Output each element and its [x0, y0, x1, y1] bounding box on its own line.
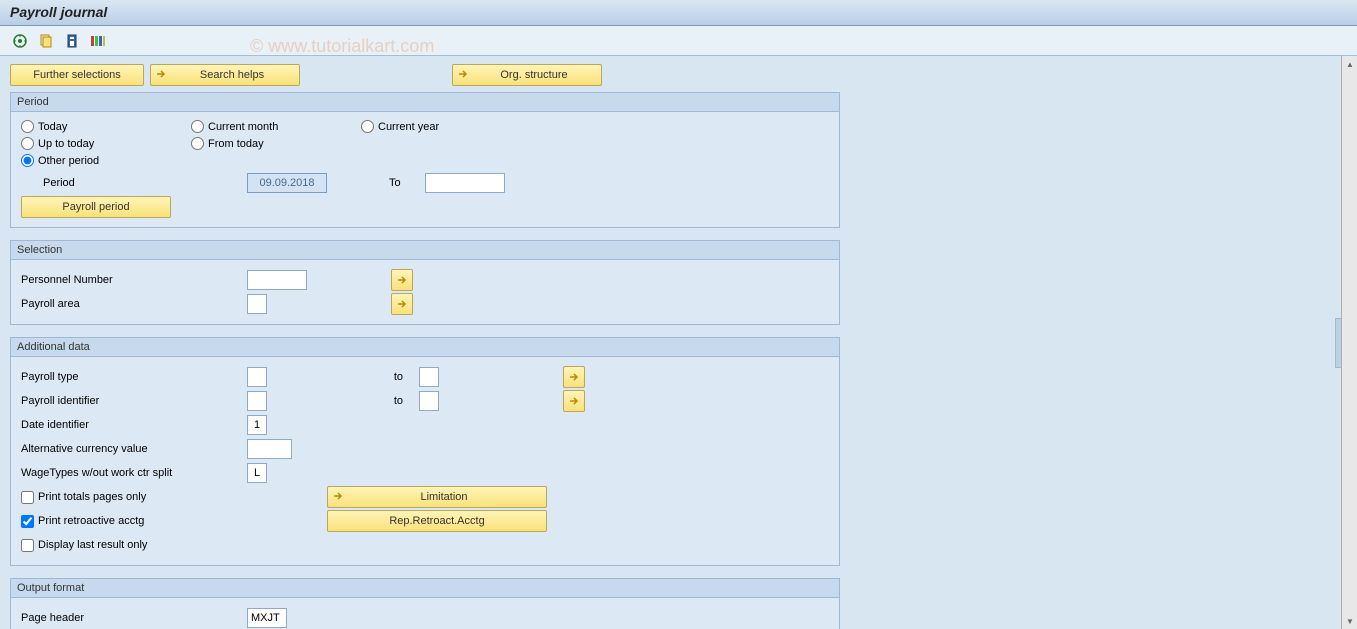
radio-other-period-input[interactable] — [21, 154, 34, 167]
vertical-scrollbar[interactable]: ▲ ▼ — [1341, 56, 1357, 629]
period-label: Period — [43, 177, 241, 189]
checkbox-label: Display last result only — [38, 539, 147, 551]
further-selections-button[interactable]: Further selections — [10, 64, 144, 86]
group-title: Output format — [11, 579, 839, 598]
scroll-down-icon[interactable]: ▼ — [1343, 614, 1357, 628]
arrow-right-icon — [457, 68, 469, 83]
multiple-selection-button[interactable] — [391, 269, 413, 291]
page-header-label: Page header — [21, 612, 241, 624]
to-label: to — [273, 395, 413, 407]
payroll-type-from-input[interactable] — [247, 367, 267, 387]
payroll-identifier-from-input[interactable] — [247, 391, 267, 411]
button-label: Search helps — [200, 69, 264, 81]
radio-label: Current year — [378, 121, 439, 133]
date-identifier-label: Date identifier — [21, 419, 241, 431]
print-retro-input[interactable] — [21, 515, 34, 528]
content-pane: Further selections Search helps Org. str… — [0, 56, 1341, 629]
alt-currency-input[interactable] — [247, 439, 292, 459]
get-variant-icon[interactable] — [36, 31, 56, 51]
button-label: Payroll period — [62, 201, 129, 213]
to-label: To — [389, 177, 419, 189]
radio-up-to-today-input[interactable] — [21, 137, 34, 150]
button-label: Org. structure — [500, 69, 567, 81]
print-retro-checkbox[interactable]: Print retroactive acctg — [21, 510, 321, 532]
limitation-button[interactable]: Limitation — [327, 486, 547, 508]
payroll-area-label: Payroll area — [21, 298, 241, 310]
group-title: Period — [11, 93, 839, 112]
radio-label: Up to today — [38, 138, 94, 150]
execute-icon[interactable] — [10, 31, 30, 51]
radio-from-today[interactable]: From today — [191, 137, 361, 150]
info-icon[interactable] — [62, 31, 82, 51]
arrow-right-icon — [568, 395, 580, 407]
display-last-checkbox[interactable]: Display last result only — [21, 534, 147, 556]
arrow-right-icon — [568, 371, 580, 383]
radio-up-to-today[interactable]: Up to today — [21, 137, 191, 150]
wagetypes-label: WageTypes w/out work ctr split — [21, 467, 241, 479]
multiple-selection-button[interactable] — [563, 366, 585, 388]
radio-today[interactable]: Today — [21, 120, 191, 133]
group-title: Selection — [11, 241, 839, 260]
radio-label: From today — [208, 138, 264, 150]
to-label: to — [273, 371, 413, 383]
output-format-group: Output format Page header — [10, 578, 840, 629]
multiple-selection-button[interactable] — [563, 390, 585, 412]
wagetypes-input[interactable] — [247, 463, 267, 483]
app-toolbar — [0, 26, 1357, 56]
payroll-identifier-to-input[interactable] — [419, 391, 439, 411]
selection-group: Selection Personnel Number Payroll area — [10, 240, 840, 325]
button-label: Rep.Retroact.Acctg — [389, 515, 484, 527]
checkbox-label: Print retroactive acctg — [38, 515, 144, 527]
radio-current-month[interactable]: Current month — [191, 120, 361, 133]
date-identifier-input[interactable] — [247, 415, 267, 435]
alt-currency-label: Alternative currency value — [21, 443, 241, 455]
radio-current-year[interactable]: Current year — [361, 120, 531, 133]
radio-current-year-input[interactable] — [361, 120, 374, 133]
top-button-row: Further selections Search helps Org. str… — [10, 64, 1331, 86]
payroll-identifier-label: Payroll identifier — [21, 395, 241, 407]
payroll-type-label: Payroll type — [21, 371, 241, 383]
radio-label: Other period — [38, 155, 99, 167]
radio-from-today-input[interactable] — [191, 137, 204, 150]
period-from-input[interactable] — [247, 173, 327, 193]
arrow-right-icon — [332, 490, 344, 505]
page-title: Payroll journal — [10, 4, 107, 20]
scroll-up-icon[interactable]: ▲ — [1343, 57, 1357, 71]
payroll-type-to-input[interactable] — [419, 367, 439, 387]
personnel-number-label: Personnel Number — [21, 274, 241, 286]
multiple-selection-button[interactable] — [391, 293, 413, 315]
button-label: Further selections — [33, 69, 120, 81]
arrow-right-icon — [396, 274, 408, 286]
display-last-input[interactable] — [21, 539, 34, 552]
radio-label: Current month — [208, 121, 278, 133]
radio-label: Today — [38, 121, 67, 133]
main-area: Further selections Search helps Org. str… — [0, 56, 1357, 629]
payroll-period-button[interactable]: Payroll period — [21, 196, 171, 218]
period-group: Period Today Current month Current year — [10, 92, 840, 228]
rep-retroact-button[interactable]: Rep.Retroact.Acctg — [327, 510, 547, 532]
radio-today-input[interactable] — [21, 120, 34, 133]
checkbox-label: Print totals pages only — [38, 491, 146, 503]
search-helps-button[interactable]: Search helps — [150, 64, 300, 86]
report-icon[interactable] — [88, 31, 108, 51]
arrow-right-icon — [396, 298, 408, 310]
org-structure-button[interactable]: Org. structure — [452, 64, 602, 86]
print-totals-checkbox[interactable]: Print totals pages only — [21, 486, 321, 508]
additional-data-group: Additional data Payroll type to Payroll … — [10, 337, 840, 566]
radio-other-period[interactable]: Other period — [21, 154, 191, 167]
radio-current-month-input[interactable] — [191, 120, 204, 133]
personnel-number-input[interactable] — [247, 270, 307, 290]
arrow-right-icon — [155, 68, 167, 83]
period-to-input[interactable] — [425, 173, 505, 193]
button-label: Limitation — [420, 491, 467, 503]
payroll-area-input[interactable] — [247, 294, 267, 314]
title-bar: Payroll journal — [0, 0, 1357, 26]
group-title: Additional data — [11, 338, 839, 357]
page-header-input[interactable] — [247, 608, 287, 628]
print-totals-input[interactable] — [21, 491, 34, 504]
